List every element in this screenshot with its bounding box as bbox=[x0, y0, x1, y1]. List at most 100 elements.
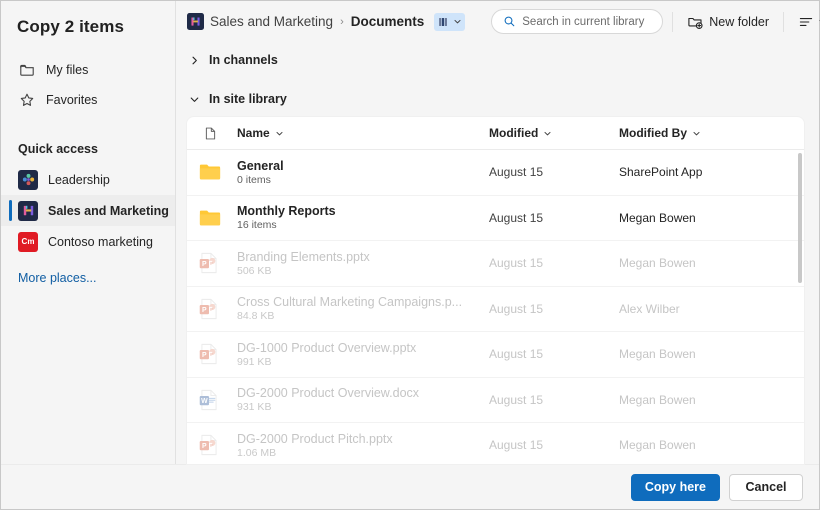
more-places-link[interactable]: More places... bbox=[1, 271, 175, 285]
sections: In channels In site library bbox=[176, 42, 819, 117]
row-name-cell: Cross Cultural Marketing Campaigns.p... 8… bbox=[237, 295, 489, 322]
row-modified: August 15 bbox=[489, 438, 544, 453]
folder-icon bbox=[18, 62, 35, 79]
section-label: In site library bbox=[209, 92, 287, 106]
row-subtitle: 506 KB bbox=[237, 264, 272, 277]
row-modified-by: SharePoint App bbox=[619, 165, 703, 180]
section-in-channels[interactable]: In channels bbox=[187, 50, 808, 70]
sidebar-item-my-files[interactable]: My files bbox=[1, 55, 175, 85]
row-modified-by: Megan Bowen bbox=[619, 438, 696, 453]
folder-icon bbox=[195, 163, 237, 181]
row-name: General bbox=[237, 158, 284, 173]
chevron-down-icon bbox=[275, 129, 284, 138]
table-row[interactable]: W DG-2000 Product Overview.docx 931 KB Augu… bbox=[187, 378, 804, 423]
svg-text:P: P bbox=[202, 352, 207, 359]
row-modified: August 15 bbox=[489, 301, 544, 316]
vertical-scrollbar[interactable] bbox=[798, 153, 802, 283]
breadcrumb-separator: › bbox=[340, 15, 344, 28]
dialog-footer: Copy here Cancel bbox=[1, 464, 819, 509]
row-name: Branding Elements.pptx bbox=[237, 249, 370, 264]
svg-text:W: W bbox=[201, 398, 208, 405]
section-label: In channels bbox=[209, 53, 278, 67]
library-switcher-button[interactable] bbox=[434, 12, 466, 31]
chevron-down-icon bbox=[543, 129, 552, 138]
column-header-label: Modified By bbox=[619, 126, 687, 140]
new-folder-icon bbox=[687, 14, 703, 30]
table-row[interactable]: General 0 items August 15 SharePoint App bbox=[187, 150, 804, 196]
row-name-cell: DG-2000 Product Pitch.pptx 1.06 MB bbox=[237, 432, 489, 459]
toolbar: Sales and Marketing › Documents Search i… bbox=[176, 1, 820, 42]
sidebar-item-label: Leadership bbox=[48, 172, 110, 187]
column-header-label: Name bbox=[237, 126, 270, 140]
column-header-icon bbox=[195, 126, 237, 141]
sidebar-item-contoso-marketing[interactable]: Cm Contoso marketing bbox=[1, 226, 175, 257]
row-modified: August 15 bbox=[489, 256, 544, 271]
chevron-down-icon bbox=[453, 17, 462, 26]
quick-access-heading: Quick access bbox=[18, 142, 98, 156]
new-folder-button[interactable]: New folder bbox=[682, 10, 774, 34]
sidebar-item-label: My files bbox=[46, 63, 89, 77]
row-name-cell: Branding Elements.pptx 506 KB bbox=[237, 250, 489, 277]
file-list-body: General 0 items August 15 SharePoint App Mon… bbox=[187, 150, 804, 464]
cancel-button[interactable]: Cancel bbox=[729, 473, 803, 501]
powerpoint-file-icon: P bbox=[195, 252, 237, 274]
view-options-button[interactable] bbox=[793, 10, 820, 34]
svg-text:P: P bbox=[202, 261, 207, 268]
row-modified-by: Megan Bowen bbox=[619, 347, 696, 362]
breadcrumb-site-link[interactable]: Sales and Marketing bbox=[210, 14, 333, 29]
row-name-cell: General 0 items bbox=[237, 159, 489, 186]
sidebar-item-leadership[interactable]: Leadership bbox=[1, 164, 175, 195]
dialog-body: Copy 2 items My files Favorites Quick ac… bbox=[1, 1, 820, 464]
sidebar-item-sales-and-marketing[interactable]: Sales and Marketing bbox=[1, 195, 175, 226]
table-row[interactable]: P DG-2000 Product Pitch.pptx 1.06 MB August… bbox=[187, 423, 804, 464]
copy-here-button[interactable]: Copy here bbox=[630, 473, 720, 501]
document-icon bbox=[203, 126, 218, 141]
search-box[interactable] bbox=[491, 9, 664, 34]
chevron-right-icon bbox=[189, 55, 200, 66]
table-row[interactable]: P DG-1000 Product Overview.pptx 991 KB Augu… bbox=[187, 332, 804, 378]
search-input[interactable] bbox=[522, 15, 652, 28]
table-row[interactable]: Monthly Reports 16 items August 15 Megan Bo… bbox=[187, 196, 804, 241]
team-avatar-leadership bbox=[18, 169, 38, 190]
site-avatar-icon bbox=[187, 13, 204, 30]
row-name: Monthly Reports bbox=[237, 204, 336, 219]
row-subtitle: 84.8 KB bbox=[237, 310, 275, 323]
search-icon bbox=[503, 15, 516, 28]
toolbar-divider bbox=[672, 11, 674, 32]
row-name: DG-1000 Product Overview.pptx bbox=[237, 340, 417, 355]
library-icon bbox=[437, 15, 451, 29]
team-avatar-initials: Cm bbox=[21, 237, 35, 246]
chevron-down-icon bbox=[189, 94, 200, 105]
new-folder-label: New folder bbox=[709, 14, 770, 29]
row-modified-by: Megan Bowen bbox=[619, 392, 696, 407]
row-name-cell: DG-1000 Product Overview.pptx 991 KB bbox=[237, 341, 489, 368]
row-name-cell: DG-2000 Product Overview.docx 931 KB bbox=[237, 386, 489, 413]
section-in-site-library[interactable]: In site library bbox=[187, 89, 808, 109]
sidebar-item-label: Favorites bbox=[46, 93, 98, 107]
file-list-panel: Name Modified Modified By General 0 item… bbox=[187, 117, 804, 464]
column-header-modified-by[interactable]: Modified By bbox=[619, 126, 804, 140]
list-view-icon bbox=[798, 14, 814, 30]
sidebar: Copy 2 items My files Favorites Quick ac… bbox=[1, 1, 176, 464]
row-name: DG-2000 Product Pitch.pptx bbox=[237, 431, 393, 446]
row-name: Cross Cultural Marketing Campaigns.p... bbox=[237, 295, 463, 310]
table-row[interactable]: P Branding Elements.pptx 506 KB August 15 Me… bbox=[187, 241, 804, 287]
breadcrumb-current: Documents bbox=[350, 14, 425, 29]
row-modified: August 15 bbox=[489, 392, 544, 407]
breadcrumb: Sales and Marketing › Documents bbox=[187, 12, 466, 31]
row-modified-by: Alex Wilber bbox=[619, 301, 680, 316]
search-container bbox=[491, 9, 664, 34]
column-header-modified[interactable]: Modified bbox=[489, 126, 619, 140]
folder-icon bbox=[195, 209, 237, 227]
column-header-name[interactable]: Name bbox=[237, 126, 489, 140]
sidebar-item-label: Contoso marketing bbox=[48, 234, 153, 249]
sidebar-item-favorites[interactable]: Favorites bbox=[1, 85, 175, 115]
row-name: DG-2000 Product Overview.docx bbox=[237, 386, 420, 401]
row-modified-by: Megan Bowen bbox=[619, 210, 696, 225]
main-panel: Sales and Marketing › Documents Search i… bbox=[176, 1, 820, 464]
dialog-title: Copy 2 items bbox=[17, 17, 125, 36]
table-row[interactable]: P Cross Cultural Marketing Campaigns.p...… bbox=[187, 287, 804, 332]
team-avatar-sales-marketing bbox=[18, 200, 38, 221]
row-modified: August 15 bbox=[489, 165, 544, 180]
row-subtitle: 1.06 MB bbox=[237, 446, 277, 459]
